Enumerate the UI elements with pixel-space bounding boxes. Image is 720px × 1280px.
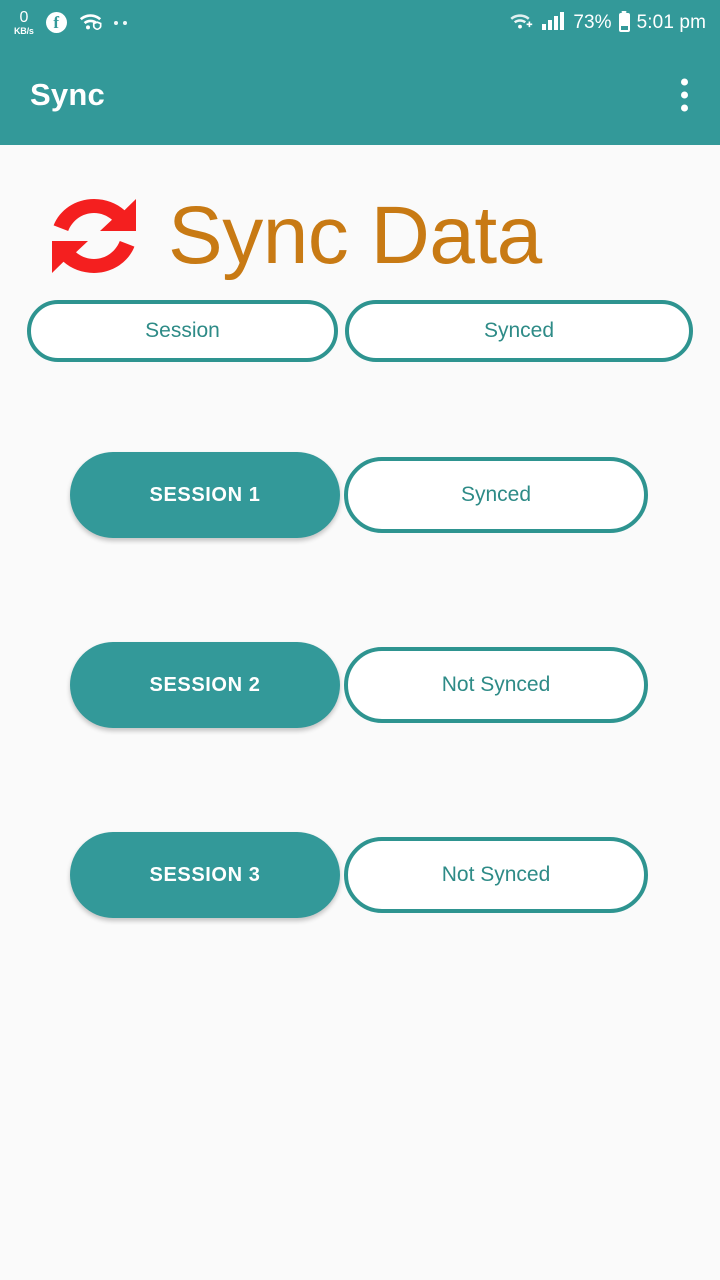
status-bar: 0 KB/s f 73% 5:01 pm: [0, 0, 720, 45]
table-row: SESSION 1 Synced: [0, 452, 720, 538]
more-status-dots-icon: [113, 20, 127, 25]
status-bar-left: 0 KB/s: [14, 8, 127, 36]
battery-icon: [618, 13, 630, 32]
sync-status-label-2: Not Synced: [441, 673, 551, 696]
wifi-secure-icon: [78, 10, 103, 35]
session-label-2: SESSION 2: [149, 673, 261, 696]
facebook-icon: [45, 12, 67, 33]
status-bar-clock: 5:01 pm: [636, 11, 706, 33]
session-label-1: SESSION 1: [149, 483, 261, 506]
battery-percent-label: 73%: [573, 11, 612, 33]
sync-status-label-3: Not Synced: [441, 863, 551, 886]
table-row: SESSION 2 Not Synced: [0, 642, 720, 728]
session-button-2[interactable]: SESSION 2: [70, 642, 340, 728]
sync-status-label-1: Synced: [460, 483, 532, 506]
session-label-3: SESSION 3: [149, 863, 261, 886]
header-session-button[interactable]: Session: [27, 300, 338, 362]
app-logo-text: Sync Data: [168, 189, 542, 281]
header-status-button[interactable]: Synced: [345, 300, 693, 362]
sync-status-button-2[interactable]: Not Synced: [344, 647, 648, 723]
table-row: SESSION 3 Not Synced: [0, 832, 720, 918]
session-button-1[interactable]: SESSION 1: [70, 452, 340, 538]
sync-arrows-icon: [46, 193, 142, 279]
overflow-menu-icon[interactable]: [675, 73, 694, 118]
cellular-signal-icon: [542, 10, 566, 35]
main-content: Sync Data Session Synced SESSION 1 Synce…: [0, 145, 720, 1280]
app-bar: Sync: [0, 45, 720, 145]
network-speed-value: 0: [19, 8, 29, 26]
status-bar-right: 73% 5:01 pm: [509, 0, 706, 45]
sync-status-button-3[interactable]: Not Synced: [344, 837, 648, 913]
network-speed-unit: KB/s: [14, 25, 34, 36]
session-button-3[interactable]: SESSION 3: [70, 832, 340, 918]
wifi-calling-icon: [509, 10, 535, 35]
header-status-label: Synced: [483, 319, 555, 342]
page-title: Sync: [30, 77, 105, 112]
sync-status-button-1[interactable]: Synced: [344, 457, 648, 533]
app-logo: Sync Data: [0, 145, 720, 280]
table-header-row: Session Synced: [0, 300, 720, 362]
header-session-label: Session: [145, 319, 220, 342]
network-speed-indicator: 0 KB/s: [14, 8, 34, 36]
